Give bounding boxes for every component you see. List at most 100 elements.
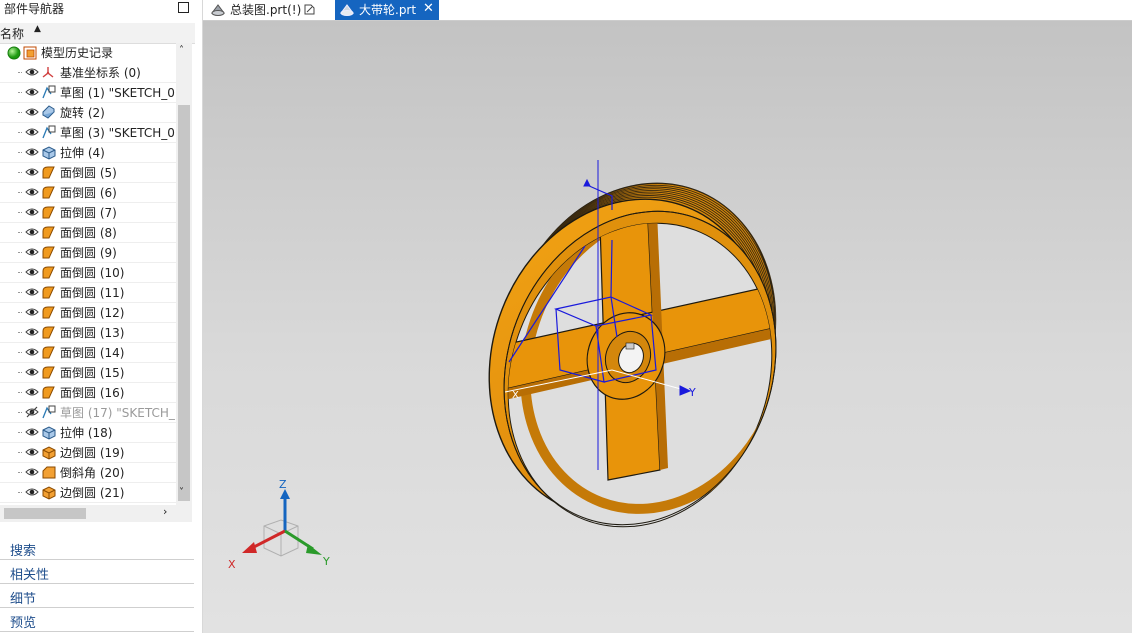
scroll-down-icon[interactable]: ˅	[179, 487, 184, 498]
visibility-eye-icon[interactable]	[25, 205, 39, 219]
scroll-right-icon[interactable]: ›	[163, 505, 167, 518]
tree-item[interactable]: 拉伸 (18)	[0, 423, 176, 443]
visibility-eye-icon[interactable]	[25, 225, 39, 239]
part-navigator-panel: 部件导航器 名称 ▲ 模型历史记录 基准坐标系 (0) 草图 (1) "SKETC…	[0, 0, 203, 633]
tree-item-label: 基准坐标系 (0)	[60, 66, 141, 80]
section-preview[interactable]: 预览	[0, 608, 194, 632]
graphics-viewport[interactable]: Y X Z X Y	[203, 21, 1132, 633]
visibility-eye-icon[interactable]	[25, 385, 39, 399]
blend-feature-icon	[42, 246, 55, 259]
tree-item[interactable]: 面倒圆 (13)	[0, 323, 176, 343]
tree-item-label: 倒斜角 (20)	[60, 466, 125, 480]
triad-y-label: Y	[322, 555, 330, 568]
section-search[interactable]: 搜索	[0, 536, 194, 560]
part-file-icon	[340, 4, 354, 16]
tree-item[interactable]: 草图 (1) "SKETCH_0...	[0, 83, 176, 103]
section-details[interactable]: 细节	[0, 584, 194, 608]
maximize-icon[interactable]	[178, 2, 189, 13]
visibility-eye-icon[interactable]	[25, 125, 39, 139]
tree-connector	[18, 232, 22, 233]
chamfer-feature-icon	[42, 466, 56, 479]
modified-icon	[304, 4, 315, 15]
tree-horizontal-scrollbar[interactable]: ›	[0, 505, 192, 522]
tree-item[interactable]: 边倒圆 (19)	[0, 443, 176, 463]
scroll-up-icon[interactable]: ˄	[179, 45, 184, 56]
blend-feature-icon	[42, 386, 55, 399]
tree-item[interactable]: 面倒圆 (8)	[0, 223, 176, 243]
extrude-feature-icon	[42, 426, 56, 440]
tree-connector	[18, 132, 22, 133]
visibility-eye-icon[interactable]	[25, 445, 39, 459]
visibility-eye-icon[interactable]	[25, 165, 39, 179]
feature-tree: 基准坐标系 (0) 草图 (1) "SKETCH_0... 旋转 (2) 草图 (3)…	[0, 43, 176, 505]
visibility-eye-icon[interactable]	[25, 305, 39, 319]
blend-feature-icon	[42, 186, 55, 199]
tree-item-label: 面倒圆 (12)	[60, 306, 125, 320]
blend-feature-icon	[42, 166, 55, 179]
tree-item-label: 面倒圆 (5)	[60, 166, 117, 180]
tree-item[interactable]: 面倒圆 (14)	[0, 343, 176, 363]
tab-large-pulley[interactable]: 大带轮.prt ✕	[335, 0, 439, 20]
visibility-eye-icon[interactable]	[25, 365, 39, 379]
column-header-name[interactable]: 名称	[0, 25, 24, 42]
tree-item[interactable]: 面倒圆 (11)	[0, 283, 176, 303]
tree-horizontal-scroll-thumb[interactable]	[4, 508, 86, 519]
visibility-eye-icon[interactable]	[25, 65, 39, 79]
sketch-y-label: Y	[688, 386, 696, 399]
tree-item[interactable]: 边倒圆 (21)	[0, 483, 176, 503]
visibility-eye-icon[interactable]	[25, 325, 39, 339]
tree-item[interactable]: 草图 (17) "SKETCH_...	[0, 403, 176, 423]
visibility-eye-icon[interactable]	[25, 185, 39, 199]
column-header[interactable]: 名称 ▲	[0, 23, 195, 44]
tree-connector	[18, 452, 22, 453]
tree-vertical-scroll-thumb[interactable]	[178, 105, 190, 501]
tree-item[interactable]: 拉伸 (4)	[0, 143, 176, 163]
blend-feature-icon	[42, 206, 55, 219]
tree-item-label: 边倒圆 (21)	[60, 486, 125, 500]
tree-item-label: 面倒圆 (6)	[60, 186, 117, 200]
tree-item[interactable]: 面倒圆 (15)	[0, 363, 176, 383]
tree-connector	[18, 152, 22, 153]
blend-feature-icon	[42, 326, 55, 339]
tree-item[interactable]: 面倒圆 (7)	[0, 203, 176, 223]
view-triad[interactable]: Z X Y	[226, 479, 346, 589]
tree-item[interactable]: 面倒圆 (16)	[0, 383, 176, 403]
close-tab-icon[interactable]: ✕	[423, 0, 434, 18]
part-file-icon	[211, 4, 225, 16]
sort-ascending-icon[interactable]: ▲	[34, 24, 41, 34]
visibility-eye-icon[interactable]	[25, 465, 39, 479]
hidden-eye-icon[interactable]	[25, 405, 39, 419]
blend-feature-icon	[42, 286, 55, 299]
tree-item[interactable]: 面倒圆 (6)	[0, 183, 176, 203]
visibility-eye-icon[interactable]	[25, 345, 39, 359]
tree-item[interactable]: 面倒圆 (9)	[0, 243, 176, 263]
visibility-eye-icon[interactable]	[25, 265, 39, 279]
visibility-eye-icon[interactable]	[25, 245, 39, 259]
tree-item[interactable]: 倒斜角 (20)	[0, 463, 176, 483]
sketch-x-label: X	[512, 390, 519, 401]
tree-item[interactable]: 面倒圆 (12)	[0, 303, 176, 323]
triad-z-label: Z	[279, 479, 287, 491]
tree-item[interactable]: 面倒圆 (5)	[0, 163, 176, 183]
tree-item-label: 面倒圆 (9)	[60, 246, 117, 260]
tree-item[interactable]: 旋转 (2)	[0, 103, 176, 123]
edgeblend-feature-icon	[42, 446, 56, 460]
tree-item-label: 拉伸 (18)	[60, 426, 113, 440]
visibility-eye-icon[interactable]	[25, 425, 39, 439]
tab-assembly[interactable]: 总装图.prt(!)	[206, 0, 330, 20]
tree-item[interactable]: 基准坐标系 (0)	[0, 63, 176, 83]
visibility-eye-icon[interactable]	[25, 485, 39, 499]
visibility-eye-icon[interactable]	[25, 85, 39, 99]
tree-vertical-scrollbar[interactable]: ˄ ˅	[176, 43, 192, 505]
tree-item[interactable]: 草图 (3) "SKETCH_0...	[0, 123, 176, 143]
visibility-eye-icon[interactable]	[25, 145, 39, 159]
extrude-feature-icon	[42, 146, 56, 160]
tree-item-label: 草图 (17) "SKETCH_...	[60, 406, 176, 420]
tree-connector	[18, 312, 22, 313]
tree-item-label: 草图 (1) "SKETCH_0...	[60, 86, 176, 100]
visibility-eye-icon[interactable]	[25, 105, 39, 119]
tree-item[interactable]: 面倒圆 (10)	[0, 263, 176, 283]
section-dependencies[interactable]: 相关性	[0, 560, 194, 584]
visibility-eye-icon[interactable]	[25, 285, 39, 299]
tree-item-label: 面倒圆 (15)	[60, 366, 125, 380]
